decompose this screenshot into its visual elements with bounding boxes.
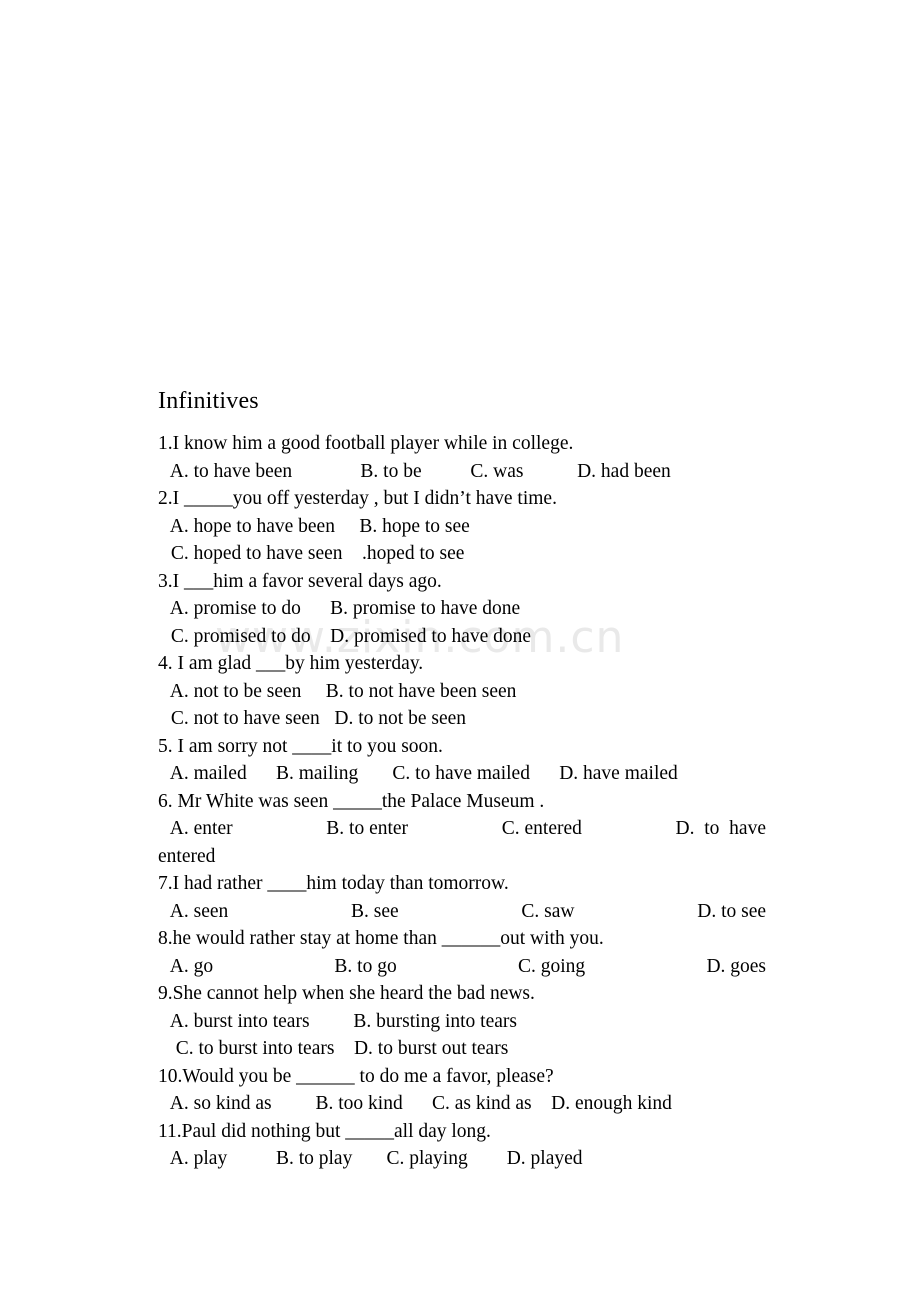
- question-1-stem: 1.I know him a good football player whil…: [158, 433, 574, 454]
- question-8-options-line-1[interactable]: A. go B. to go C. going D. goes: [158, 953, 766, 981]
- question-6-option-b[interactable]: B. to enter: [326, 815, 501, 843]
- question-4: 4. I am glad ___by him yesterday. A. not…: [158, 650, 766, 733]
- question-10-stem: 10.Would you be ______ to do me a favor,…: [158, 1065, 554, 1087]
- question-6-option-d[interactable]: D. to have: [676, 815, 766, 843]
- question-5-stem: 5. I am sorry not ____it to you soon.: [158, 735, 443, 757]
- question-7-option-d[interactable]: D. to see: [697, 898, 766, 926]
- question-6-options-line-1[interactable]: A. enter B. to enter C. entered D. to ha…: [158, 815, 766, 843]
- question-6: 6. Mr White was seen _____the Palace Mus…: [158, 788, 766, 871]
- question-3-stem: 3.I ___him a favor several days ago.: [158, 570, 442, 592]
- question-7-options-line-1[interactable]: A. seen B. see C. saw D. to see: [158, 898, 766, 926]
- question-7-option-c[interactable]: C. saw: [521, 898, 697, 926]
- question-1-options-line-1[interactable]: A. to have been B. to be C. was D. had b…: [158, 458, 766, 486]
- question-6-option-d-wrap[interactable]: entered: [158, 843, 766, 871]
- question-8-option-d[interactable]: D. goes: [706, 953, 766, 981]
- question-5: 5. I am sorry not ____it to you soon. A.…: [158, 733, 766, 788]
- question-6-option-a[interactable]: A. enter: [166, 815, 326, 843]
- question-8-option-a[interactable]: A. go: [166, 953, 334, 981]
- question-3-options-line-2[interactable]: C. promised to do D. promised to have do…: [158, 623, 766, 651]
- question-6-stem: 6. Mr White was seen _____the Palace Mus…: [158, 790, 545, 812]
- question-11-stem: 11.Paul did nothing but _____all day lon…: [158, 1120, 491, 1142]
- question-11: 11.Paul did nothing but _____all day lon…: [158, 1118, 766, 1173]
- page-title: Infinitives: [158, 388, 259, 414]
- question-10: 10.Would you be ______ to do me a favor,…: [158, 1063, 766, 1118]
- question-9-options-line-1[interactable]: A. burst into tears B. bursting into tea…: [158, 1008, 766, 1036]
- worksheet-content: Infinitives 1.I know him a good football…: [158, 386, 766, 1173]
- question-7-stem: 7.I had rather ____him today than tomorr…: [158, 873, 509, 894]
- question-11-options-line-1[interactable]: A. play B. to play C. playing D. played: [158, 1145, 766, 1173]
- question-6-option-c[interactable]: C. entered: [502, 815, 676, 843]
- question-8-option-c[interactable]: C. going: [518, 953, 706, 981]
- question-9-options-line-2[interactable]: C. to burst into tears D. to burst out t…: [158, 1035, 766, 1063]
- question-2-options-line-1[interactable]: A. hope to have been B. hope to see: [158, 513, 766, 541]
- question-2-stem: 2.I _____you off yesterday , but I didn’…: [158, 488, 557, 509]
- question-4-stem: 4. I am glad ___by him yesterday.: [158, 653, 424, 674]
- question-8-stem: 8.he would rather stay at home than ____…: [158, 928, 604, 949]
- question-3-options-line-1[interactable]: A. promise to do B. promise to have done: [158, 595, 766, 623]
- document-page: www.zixin.com.cn Infinitives 1.I know hi…: [0, 0, 920, 1300]
- question-7: 7.I had rather ____him today than tomorr…: [158, 870, 766, 925]
- question-10-options-line-1[interactable]: A. so kind as B. too kind C. as kind as …: [158, 1090, 766, 1118]
- question-2: 2.I _____you off yesterday , but I didn’…: [158, 485, 766, 568]
- question-8-option-b[interactable]: B. to go: [334, 953, 518, 981]
- question-8: 8.he would rather stay at home than ____…: [158, 925, 766, 980]
- question-9-stem: 9.She cannot help when she heard the bad…: [158, 983, 535, 1004]
- question-7-option-a[interactable]: A. seen: [166, 898, 351, 926]
- question-4-options-line-1[interactable]: A. not to be seen B. to not have been se…: [158, 678, 766, 706]
- question-2-options-line-2[interactable]: C. hoped to have seen .hoped to see: [158, 540, 766, 568]
- question-4-options-line-2[interactable]: C. not to have seen D. to not be seen: [158, 705, 766, 733]
- question-3: 3.I ___him a favor several days ago. A. …: [158, 568, 766, 651]
- question-9: 9.She cannot help when she heard the bad…: [158, 980, 766, 1063]
- question-1: 1.I know him a good football player whil…: [158, 430, 766, 485]
- question-5-options-line-1[interactable]: A. mailed B. mailing C. to have mailed D…: [158, 760, 766, 788]
- question-7-option-b[interactable]: B. see: [351, 898, 521, 926]
